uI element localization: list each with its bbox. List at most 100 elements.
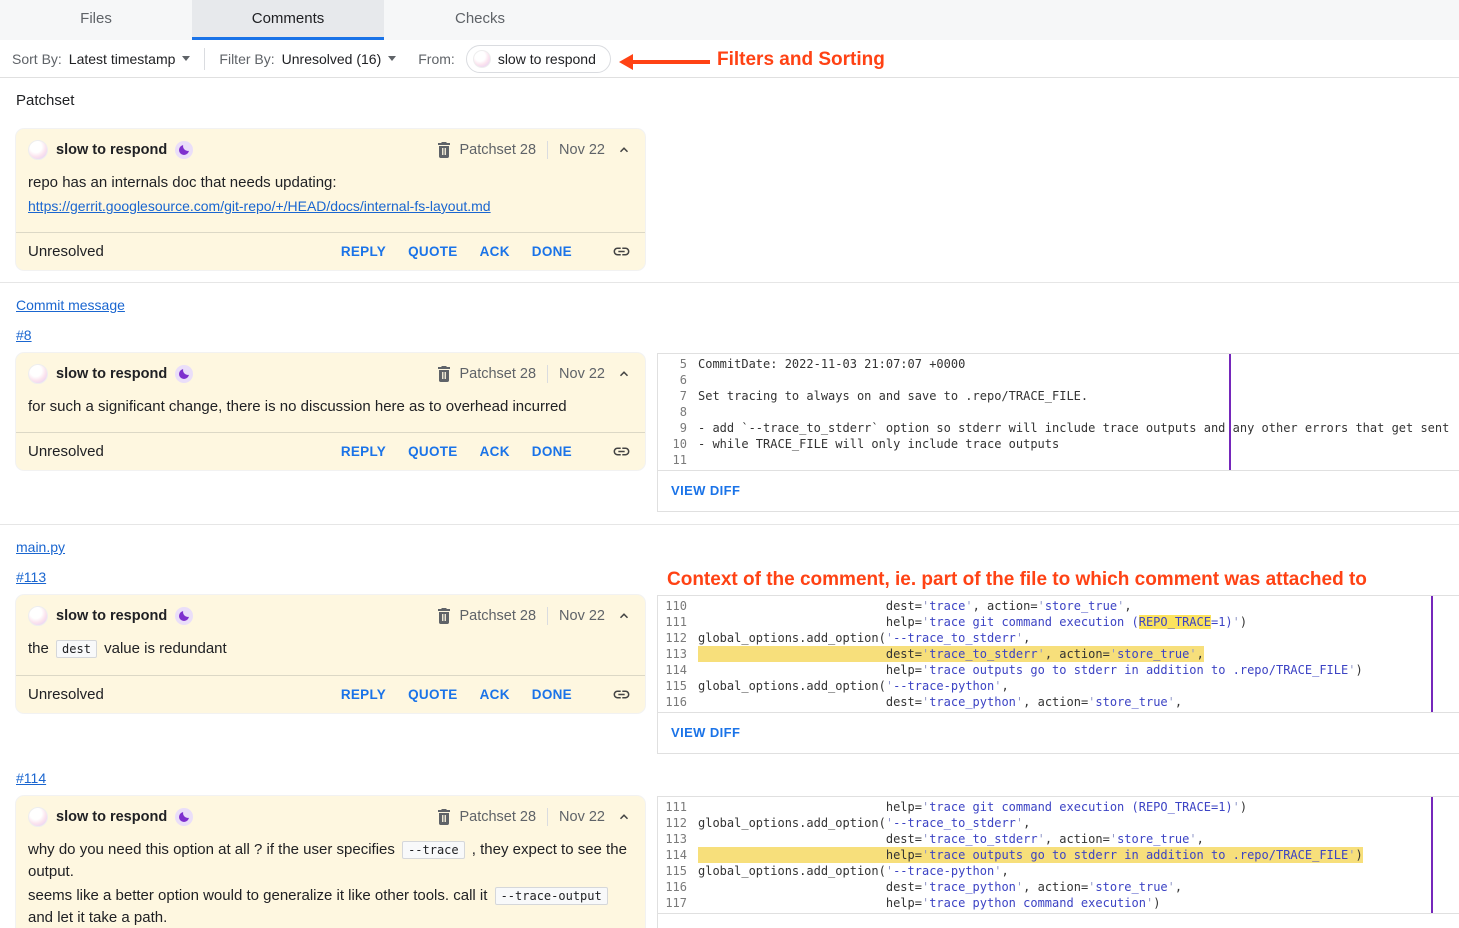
done-button[interactable]: DONE — [532, 244, 572, 259]
code-area: 110 dest='trace', action='store_true',11… — [658, 596, 1459, 712]
delete-icon[interactable] — [437, 142, 451, 158]
comments-tab-page: Files Comments Checks Sort By: Latest ti… — [0, 0, 1459, 928]
done-button[interactable]: DONE — [532, 444, 572, 459]
from-label: From: — [418, 51, 455, 67]
filter-by-dropdown[interactable]: Unresolved (16) — [282, 51, 397, 67]
line-number[interactable]: 112 — [658, 815, 698, 831]
collapse-chevron-icon[interactable] — [617, 609, 631, 623]
copy-link-icon[interactable] — [612, 685, 631, 704]
code-line: 117 help='trace python command execution… — [658, 895, 1459, 911]
margin-line — [1431, 797, 1433, 913]
collapse-chevron-icon[interactable] — [617, 810, 631, 824]
line-number[interactable]: 116 — [658, 694, 698, 710]
view-diff-button[interactable]: VIEW DIFF — [671, 483, 740, 498]
comment-body-link[interactable]: https://gerrit.googlesource.com/git-repo… — [28, 198, 491, 214]
copy-link-icon[interactable] — [612, 442, 631, 461]
comment-footer: Unresolved REPLY QUOTE ACK DONE — [16, 675, 645, 713]
line-number[interactable]: 6 — [658, 372, 698, 388]
line-number[interactable]: 10 — [658, 436, 698, 452]
collapse-chevron-icon[interactable] — [617, 367, 631, 381]
delete-icon[interactable] — [437, 809, 451, 825]
code-line: 112global_options.add_option('--trace_to… — [658, 630, 1459, 646]
code-line: 10- while TRACE_FILE will only include t… — [658, 436, 1459, 452]
code-line: 111 help='trace git command execution (R… — [658, 799, 1459, 815]
status-moon-icon — [175, 808, 193, 826]
code-text: CommitDate: 2022-11-03 21:07:07 +0000 — [698, 356, 965, 372]
commit-message-section: Commit message #8 slow to respond Patchs… — [0, 283, 1459, 524]
code-text: dest='trace_python', action='store_true'… — [698, 694, 1182, 710]
code-line: 116 dest='trace_python', action='store_t… — [658, 879, 1459, 895]
line-number[interactable]: 111 — [658, 614, 698, 630]
tab-comments[interactable]: Comments — [192, 0, 384, 40]
quote-button[interactable]: QUOTE — [408, 244, 458, 259]
comment-body: for such a significant change, there is … — [16, 386, 645, 432]
comment-date: Nov 22 — [559, 142, 605, 158]
line-number[interactable]: 111 — [658, 799, 698, 815]
code-text: help='trace python command execution') — [698, 895, 1160, 911]
reply-button[interactable]: REPLY — [341, 244, 386, 259]
meta-separator — [547, 808, 548, 826]
line-number[interactable]: 114 — [658, 662, 698, 678]
ack-button[interactable]: ACK — [480, 687, 510, 702]
avatar — [28, 807, 48, 827]
comment-ref-link[interactable]: #113 — [16, 569, 46, 585]
line-number[interactable]: 117 — [658, 895, 698, 911]
comment-ref-link[interactable]: #8 — [16, 327, 32, 343]
ack-button[interactable]: ACK — [480, 244, 510, 259]
collapse-chevron-icon[interactable] — [617, 143, 631, 157]
line-number[interactable]: 11 — [658, 452, 698, 468]
done-button[interactable]: DONE — [532, 687, 572, 702]
comment-card: slow to respond Patchset 28 Nov 22 — [16, 796, 645, 928]
line-number[interactable]: 5 — [658, 356, 698, 372]
line-number[interactable]: 7 — [658, 388, 698, 404]
view-diff-button[interactable]: VIEW DIFF — [671, 725, 740, 740]
comment-date: Nov 22 — [559, 809, 605, 825]
delete-icon[interactable] — [437, 366, 451, 382]
comment-ref-link[interactable]: #114 — [16, 770, 46, 786]
code-text: - while TRACE_FILE will only include tra… — [698, 436, 1059, 452]
comment-author: slow to respond — [56, 366, 167, 382]
tab-files[interactable]: Files — [0, 0, 192, 40]
sort-by-label: Sort By: — [12, 51, 62, 67]
section-title-patchset: Patchset — [16, 92, 1459, 109]
line-number[interactable]: 113 — [658, 831, 698, 847]
reply-button[interactable]: REPLY — [341, 687, 386, 702]
from-author-chip[interactable]: slow to respond — [466, 45, 611, 73]
line-number[interactable]: 8 — [658, 404, 698, 420]
patchset-label: Patchset 28 — [459, 142, 536, 158]
reply-button[interactable]: REPLY — [341, 444, 386, 459]
line-number[interactable]: 115 — [658, 678, 698, 694]
code-line: 11 — [658, 452, 1459, 468]
code-line: 114 help='trace outputs go to stderr in … — [658, 662, 1459, 678]
quote-button[interactable]: QUOTE — [408, 444, 458, 459]
delete-icon[interactable] — [437, 608, 451, 624]
status-moon-icon — [175, 365, 193, 383]
copy-link-icon[interactable] — [612, 242, 631, 261]
comment-date: Nov 22 — [559, 366, 605, 382]
comment-header: slow to respond Patchset 28 Nov 22 — [16, 595, 645, 628]
line-number[interactable]: 112 — [658, 630, 698, 646]
line-number[interactable]: 110 — [658, 598, 698, 614]
filter-by-label: Filter By: — [219, 51, 274, 67]
line-number[interactable]: 9 — [658, 420, 698, 436]
line-number[interactable]: 116 — [658, 879, 698, 895]
code-line: 7Set tracing to always on and save to .r… — [658, 388, 1459, 404]
file-link-main-py[interactable]: main.py — [16, 539, 65, 555]
line-number[interactable]: 113 — [658, 646, 698, 662]
ack-button[interactable]: ACK — [480, 444, 510, 459]
code-line: 112global_options.add_option('--trace_to… — [658, 815, 1459, 831]
comment-body: the dest value is redundant — [16, 628, 645, 675]
tab-checks[interactable]: Checks — [384, 0, 576, 40]
patchset-label: Patchset 28 — [459, 366, 536, 382]
code-text: dest='trace_python', action='store_true'… — [698, 879, 1182, 895]
spacer — [657, 770, 1459, 796]
inline-code-chip: --trace-output — [495, 887, 608, 905]
status-moon-icon — [175, 141, 193, 159]
line-number[interactable]: 114 — [658, 847, 698, 863]
sort-by-dropdown[interactable]: Latest timestamp — [69, 51, 191, 67]
quote-button[interactable]: QUOTE — [408, 687, 458, 702]
line-number[interactable]: 115 — [658, 863, 698, 879]
file-link-commit-message[interactable]: Commit message — [16, 297, 125, 313]
patchset-label: Patchset 28 — [459, 809, 536, 825]
code-text: - add `--trace_to_stderr` option so stde… — [698, 420, 1449, 436]
